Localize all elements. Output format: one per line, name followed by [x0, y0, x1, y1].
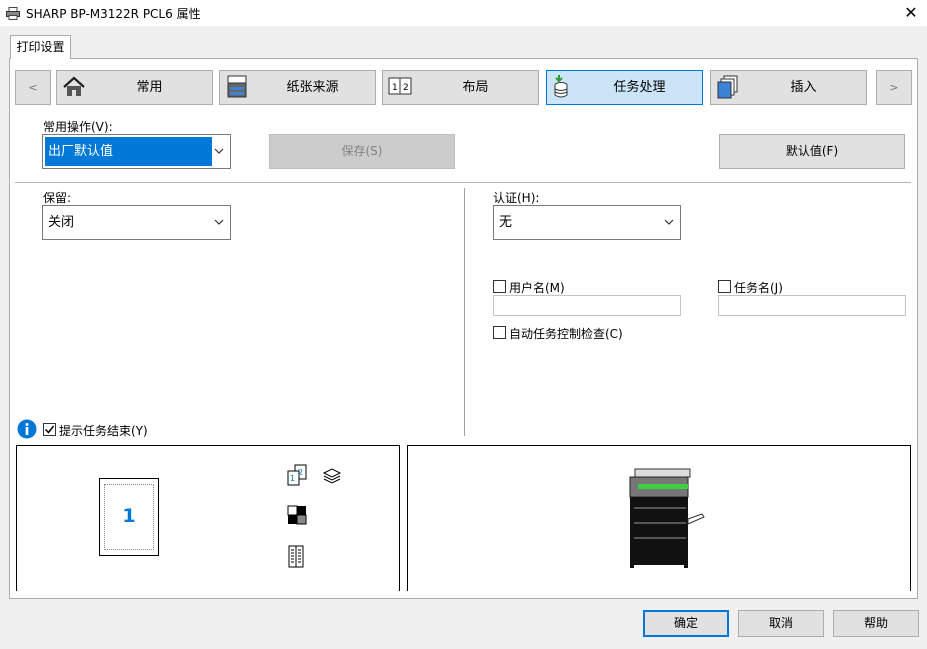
window-title: SHARP BP-M3122R PCL6 属性 [26, 7, 201, 21]
authentication-value: 无 [499, 215, 513, 230]
username-label: 用户名(M) [509, 281, 565, 295]
jobname-label: 任务名(J) [734, 281, 783, 295]
favorites-select[interactable]: 出厂默认值 [42, 134, 231, 169]
category-general[interactable]: 常用 [56, 70, 213, 105]
retention-label: 保留: [43, 191, 72, 205]
ok-button[interactable]: 确定 [643, 610, 729, 637]
paper-stack-icon [322, 468, 342, 484]
layout-icon: 1 2 [388, 77, 412, 95]
jobname-input[interactable] [718, 295, 906, 316]
save-button[interactable]: 保存(S) [269, 134, 455, 169]
category-paper-source[interactable]: 纸张来源 [219, 70, 376, 105]
category-label: 布局 [462, 80, 489, 95]
category-layout[interactable]: 1 2 布局 [382, 70, 539, 105]
svg-text:1: 1 [392, 83, 398, 93]
color-mode-icon [287, 505, 307, 525]
category-label: 纸张来源 [286, 80, 339, 95]
next-category-button[interactable]: > [876, 70, 912, 105]
retention-value: 关闭 [48, 215, 75, 230]
notify-label: 提示任务结束(Y) [59, 424, 148, 438]
auto-job-control-label: 自动任务控制检查(C) [509, 327, 623, 341]
column-divider [464, 188, 465, 436]
svg-text:1: 1 [290, 474, 295, 483]
chevron-down-icon [214, 148, 224, 154]
category-label: 任务处理 [613, 80, 666, 95]
checkmark-icon [44, 425, 55, 434]
category-label: 插入 [790, 80, 817, 95]
close-button[interactable]: ✕ [896, 0, 926, 26]
paper-source-icon [227, 75, 247, 98]
favorites-value: 出厂默认值 [48, 144, 114, 159]
help-button[interactable]: 帮助 [833, 610, 919, 637]
job-handling-icon [554, 75, 568, 98]
printer-icon [6, 7, 20, 20]
cancel-button[interactable]: 取消 [738, 610, 824, 637]
insert-icon [717, 75, 738, 99]
default-button[interactable]: 默认值(F) [719, 134, 905, 169]
tab-print-settings[interactable]: 打印设置 [10, 35, 71, 59]
booklet-icon [288, 545, 304, 568]
category-insert[interactable]: 插入 [710, 70, 867, 105]
printer-device-icon [629, 468, 705, 568]
info-icon [17, 419, 37, 439]
page-thumbnail: 1 [99, 478, 159, 556]
jobname-checkbox[interactable] [718, 280, 731, 293]
prev-category-button[interactable]: < [15, 70, 51, 105]
page-number: 1 [122, 505, 136, 527]
category-job-handling[interactable]: 任务处理 [546, 70, 703, 105]
home-icon [63, 76, 85, 96]
authentication-label: 认证(H): [493, 191, 540, 205]
chevron-down-icon [214, 219, 224, 225]
section-divider [15, 182, 911, 183]
category-label: 常用 [136, 80, 163, 95]
collate-icon: 1 2 [287, 464, 307, 486]
svg-text:2: 2 [403, 83, 409, 93]
page-preview [16, 445, 400, 591]
authentication-select[interactable]: 无 [493, 205, 681, 240]
chevron-down-icon [664, 219, 674, 225]
username-input[interactable] [493, 295, 681, 316]
favorites-label: 常用操作(V): [43, 120, 113, 134]
auto-job-control-checkbox[interactable] [493, 326, 506, 339]
notify-checkbox[interactable] [43, 423, 56, 436]
retention-select[interactable]: 关闭 [42, 205, 231, 240]
username-checkbox[interactable] [493, 280, 506, 293]
svg-text:2: 2 [298, 468, 303, 477]
